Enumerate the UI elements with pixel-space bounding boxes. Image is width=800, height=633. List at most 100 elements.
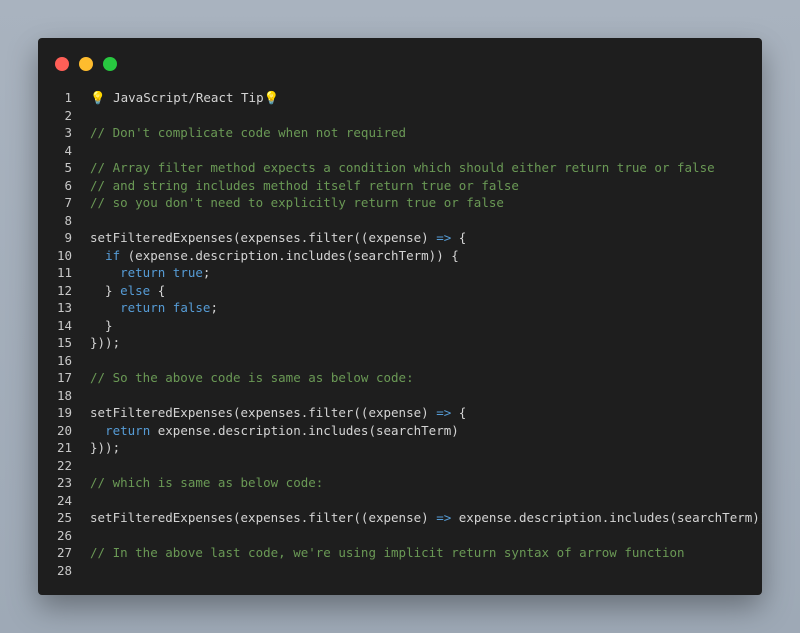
code-line: 12 } else {: [38, 282, 762, 300]
maximize-button[interactable]: [103, 57, 117, 71]
line-number: 26: [56, 527, 72, 543]
line-number: 14: [56, 317, 72, 333]
line-number: 13: [56, 300, 72, 315]
code-line: 20 return expense.description.includes(s…: [38, 422, 762, 440]
code-line: 14 }: [38, 317, 762, 335]
code-line: 16: [38, 352, 762, 370]
code-line: 3 // Don't complicate code when not requi…: [38, 124, 762, 142]
code-line: 28: [38, 562, 762, 580]
code-line: 24: [38, 492, 762, 510]
code-comment: // So the above code is same as below co…: [90, 370, 414, 385]
code-keyword: return: [120, 265, 166, 280]
line-number: 18: [56, 387, 72, 403]
line-text: }));: [90, 334, 120, 352]
line-number: 21: [56, 440, 72, 455]
code-line: 8: [38, 212, 762, 230]
line-number: 16: [56, 352, 72, 368]
code-line: 19 setFilteredExpenses(expenses.filter((e…: [38, 404, 762, 422]
line-number: 9: [64, 230, 72, 245]
line-number: 23: [56, 475, 72, 490]
code-line: 21}));: [38, 439, 762, 457]
code-keyword: =>: [436, 230, 452, 245]
line-text: setFilteredExpenses(expenses.filter((exp…: [90, 509, 762, 527]
code-token: {: [451, 405, 467, 420]
line-number: 3: [64, 125, 72, 140]
code-keyword: true: [172, 265, 203, 280]
line-number: 1: [64, 90, 72, 105]
code-token: }));: [90, 335, 121, 350]
line-text: } else {: [90, 282, 165, 300]
code-token: setFilteredExpenses(expenses.filter((exp…: [90, 510, 437, 525]
code-token: }: [90, 317, 113, 333]
code-keyword: =>: [436, 405, 452, 420]
line-number: 4: [64, 142, 72, 158]
code-token: ;: [210, 300, 218, 315]
line-text: // so you don't need to explicitly retur…: [90, 194, 504, 212]
line-text: }: [90, 317, 113, 335]
code-line: 6 // and string includes method itself re…: [38, 177, 762, 195]
line-text: // and string includes method itself ret…: [90, 177, 519, 195]
line-number: 7: [64, 195, 72, 210]
code-comment: // Don't complicate code when not requir…: [90, 125, 407, 140]
minimize-button[interactable]: [79, 57, 93, 71]
code-line: 13 return false;: [38, 299, 762, 317]
line-text: 💡 JavaScript/React Tip💡: [90, 89, 279, 107]
line-text: // So the above code is same as below co…: [90, 369, 414, 387]
code-token: {: [150, 282, 166, 298]
code-line: 2: [38, 107, 762, 125]
code-keyword: if: [105, 247, 121, 263]
code-comment: // which is same as below code:: [90, 475, 324, 490]
code-window: 1 💡 JavaScript/React Tip💡 2 3 // Don't compl…: [38, 38, 762, 595]
code-line: 26: [38, 527, 762, 545]
line-text: setFilteredExpenses(expenses.filter((exp…: [90, 404, 466, 422]
code-line: 23 // which is same as below code:: [38, 474, 762, 492]
line-number: 25: [56, 510, 72, 525]
code-token: (expense.description.includes(searchTerm…: [120, 247, 459, 263]
line-number: 22: [56, 457, 72, 473]
code-token: expense.description.includes(searchTerm): [150, 422, 459, 438]
code-token: expense.description.includes(searchTerm)…: [451, 510, 762, 525]
line-number: 15: [56, 335, 72, 350]
code-keyword: false: [172, 300, 211, 315]
line-number: 20: [56, 422, 72, 438]
code-line: 4: [38, 142, 762, 160]
code-line: 18: [38, 387, 762, 405]
line-number: 5: [64, 160, 72, 175]
line-text: if (expense.description.includes(searchT…: [90, 247, 459, 265]
close-button[interactable]: [55, 57, 69, 71]
code-comment: // In the above last code, we're using i…: [90, 545, 685, 560]
line-number: 27: [56, 545, 72, 560]
code-token: {: [451, 230, 467, 245]
line-text: return false;: [90, 299, 218, 317]
line-text: return expense.description.includes(sear…: [90, 422, 459, 440]
line-number: 10: [56, 247, 72, 263]
code-line: 10 if (expense.description.includes(sear…: [38, 247, 762, 265]
code-token: 💡 JavaScript/React Tip💡: [90, 90, 280, 105]
line-text: // Don't complicate code when not requir…: [90, 124, 406, 142]
code-token: }));: [90, 440, 121, 455]
code-comment: // and string includes method itself ret…: [90, 177, 519, 193]
code-comment: // Array filter method expects a conditi…: [90, 160, 715, 175]
line-number: 28: [56, 562, 72, 578]
line-text: // which is same as below code:: [90, 474, 323, 492]
code-line: 15}));: [38, 334, 762, 352]
code-line: 7 // so you don't need to explicitly retu…: [38, 194, 762, 212]
line-text: // In the above last code, we're using i…: [90, 544, 685, 562]
line-text: setFilteredExpenses(expenses.filter((exp…: [90, 229, 466, 247]
line-number: 17: [56, 370, 72, 385]
code-line: 22: [38, 457, 762, 475]
code-line: 5 // Array filter method expects a condit…: [38, 159, 762, 177]
code-line: 11 return true;: [38, 264, 762, 282]
line-number: 6: [64, 177, 72, 193]
code-token: ;: [202, 265, 211, 280]
code-keyword: return: [120, 300, 166, 315]
code-line: 1 💡 JavaScript/React Tip💡: [38, 89, 762, 107]
code-line: 17 // So the above code is same as below …: [38, 369, 762, 387]
code-token: setFilteredExpenses(expenses.filter((exp…: [90, 405, 437, 420]
code-keyword: =>: [436, 510, 452, 525]
code-line: 9 setFilteredExpenses(expenses.filter((ex…: [38, 229, 762, 247]
